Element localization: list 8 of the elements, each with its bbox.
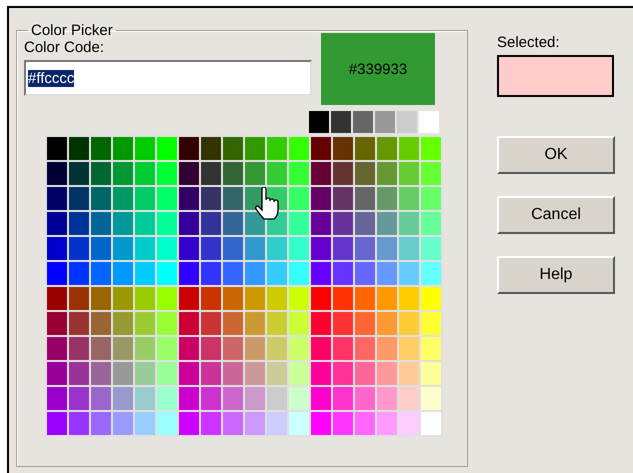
ok-button[interactable]: OK — [497, 136, 615, 174]
color-preview: #339933 — [321, 33, 435, 105]
help-button[interactable]: Help — [497, 256, 615, 294]
cancel-button[interactable]: Cancel — [497, 196, 615, 234]
color-code-label: Color Code: — [24, 39, 106, 56]
color-code-field[interactable]: #ffcccc — [24, 60, 312, 96]
group-title: Color Picker — [30, 22, 114, 39]
selected-label: Selected: — [497, 34, 560, 51]
